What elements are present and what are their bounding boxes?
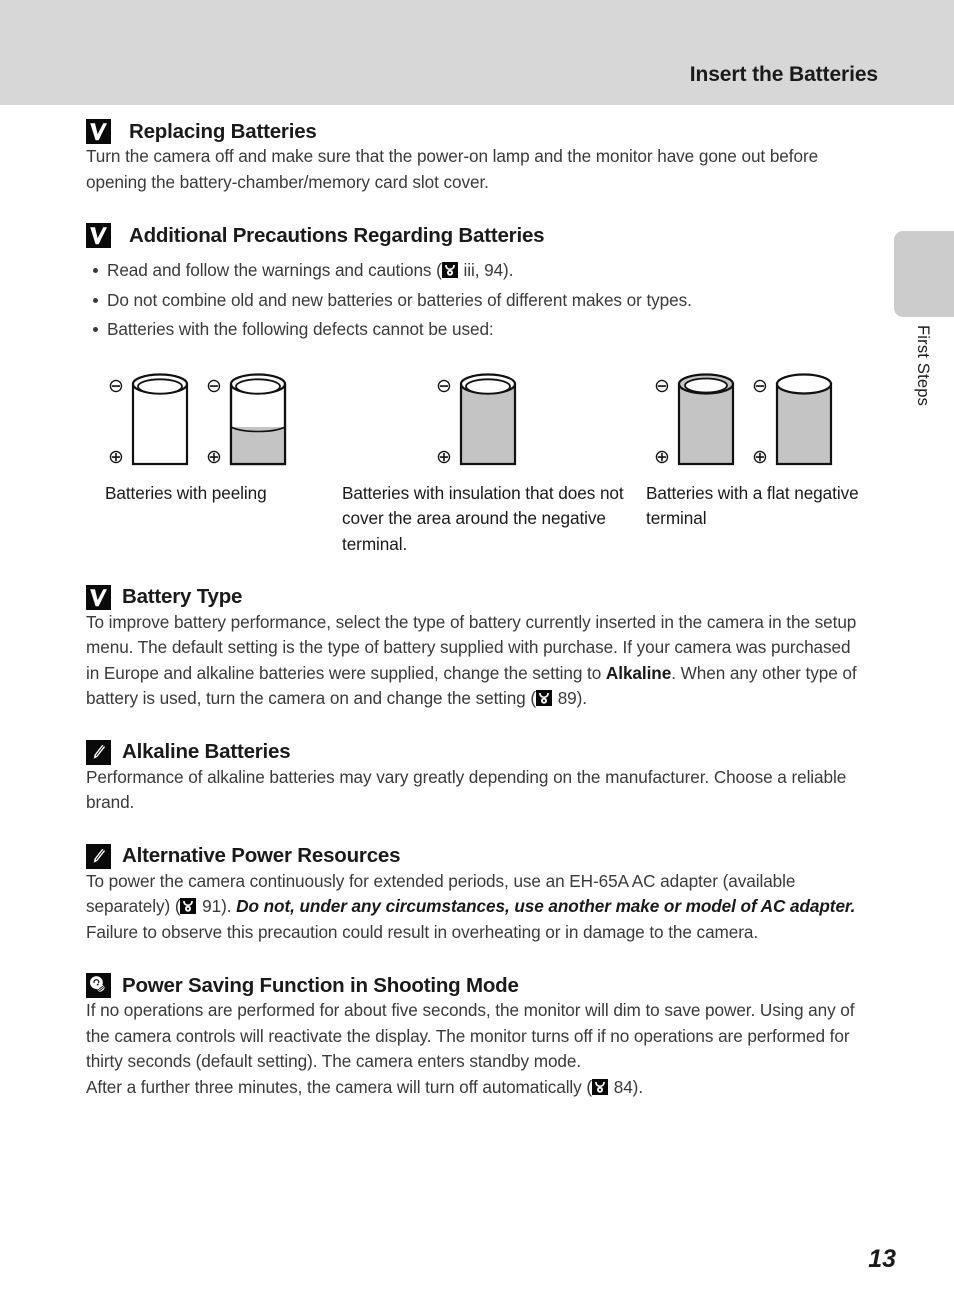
section-title: Alternative Power Resources: [122, 844, 401, 867]
bullet-text-post: iii, 94).: [458, 260, 514, 280]
battery-illustration: [229, 372, 287, 465]
svg-text:⊕: ⊕: [654, 447, 670, 468]
reference-symbol-icon: [441, 262, 458, 278]
section-title: Battery Type: [122, 585, 243, 608]
svg-text:⊖: ⊖: [206, 376, 222, 397]
battery-group-peeling: ⊖ ⊕ ⊖ ⊕: [102, 365, 317, 478]
battery-group-insulation: ⊖ ⊕: [430, 365, 550, 478]
svg-text:⊖: ⊖: [752, 376, 768, 397]
precautions-bullet-list: Read and follow the warnings and caution…: [86, 258, 868, 343]
section-additional-precautions-heading: Additional Precautions Regarding Batteri…: [86, 223, 868, 248]
section-power-saving-body-1: If no operations are performed for about…: [86, 1000, 855, 1071]
body-text: 89).: [553, 688, 587, 708]
caution-icon: [86, 223, 111, 248]
reference-symbol-icon: [180, 898, 197, 914]
section-title: Replacing Batteries: [129, 119, 317, 143]
section-power-saving-heading: Power Saving Function in Shooting Mode: [86, 973, 868, 998]
section-title: Alkaline Batteries: [122, 740, 291, 763]
battery-illustration: [775, 372, 833, 465]
section-battery-type-body: To improve battery performance, select t…: [86, 610, 868, 712]
emphasis-alkaline: Alkaline: [605, 662, 672, 683]
battery-defects-figure: ⊖ ⊕ ⊖ ⊕ ⊖ ⊕ ⊖ ⊕ ⊖ ⊕: [86, 365, 868, 473]
bullet-text: Do not combine old and new batteries or …: [107, 289, 692, 310]
section-replacing-batteries-body: Turn the camera off and make sure that t…: [86, 146, 819, 192]
svg-text:⊖: ⊖: [654, 376, 670, 397]
body-text: After a further three minutes, the camer…: [86, 1076, 593, 1097]
reference-symbol-icon: [536, 690, 552, 706]
battery-group-flat-terminal: ⊖ ⊕ ⊖ ⊕: [648, 365, 863, 478]
battery-illustration: [677, 372, 735, 465]
section-alkaline-batteries-body: Performance of alkaline batteries may va…: [86, 766, 847, 813]
chapter-tab-label: First Steps: [914, 325, 932, 407]
page-title: Insert the Batteries: [689, 63, 878, 86]
body-text: 91).: [197, 896, 237, 916]
figure-caption: Batteries with insulation that does not …: [342, 482, 624, 554]
tip-bulb-icon: [86, 973, 111, 998]
chapter-tab-marker: [894, 231, 954, 317]
svg-text:⊖: ⊖: [436, 376, 452, 397]
section-power-saving-body-2: After a further three minutes, the camer…: [86, 1075, 868, 1101]
list-item: Do not combine old and new batteries or …: [86, 288, 868, 314]
caution-icon: [86, 119, 111, 144]
body-text: 84).: [609, 1076, 644, 1097]
figure-caption: Batteries with a flat negative terminal: [646, 482, 859, 529]
note-pencil-icon: [86, 843, 111, 869]
section-alternative-power-heading: Alternative Power Resources: [86, 843, 868, 869]
caution-icon: [86, 584, 111, 610]
battery-illustration: [459, 372, 517, 465]
figure-captions: Batteries with peeling Batteries with in…: [86, 481, 868, 567]
body-text: Failure to observe this precaution could…: [86, 921, 759, 942]
page-number: 13: [868, 1245, 896, 1273]
list-item: Batteries with the following defects can…: [86, 317, 868, 343]
bullet-text: Batteries with the following defects can…: [107, 319, 494, 339]
section-battery-type-heading: Battery Type: [86, 584, 868, 610]
battery-illustration: [131, 372, 189, 465]
note-pencil-icon: [86, 739, 111, 765]
svg-text:⊕: ⊕: [206, 447, 222, 468]
reference-symbol-icon: [592, 1078, 609, 1095]
svg-text:⊖: ⊖: [108, 376, 124, 397]
section-alkaline-batteries-heading: Alkaline Batteries: [86, 739, 868, 765]
list-item: Read and follow the warnings and caution…: [86, 258, 868, 284]
figure-caption: Batteries with peeling: [105, 482, 267, 503]
section-replacing-batteries-heading: Replacing Batteries: [86, 119, 868, 144]
page-content: Replacing Batteries Turn the camera off …: [86, 105, 868, 1100]
section-title: Additional Precautions Regarding Batteri…: [129, 223, 545, 247]
svg-text:⊕: ⊕: [108, 447, 124, 468]
page-header-band: [0, 0, 954, 105]
svg-text:⊕: ⊕: [752, 447, 768, 468]
emphasis-warning: Do not, under any circumstances, use ano…: [236, 896, 856, 916]
section-title: Power Saving Function in Shooting Mode: [122, 973, 519, 997]
section-alternative-power-body: To power the camera continuously for ext…: [86, 869, 868, 946]
bullet-text-pre: Read and follow the warnings and caution…: [107, 260, 442, 280]
svg-text:⊕: ⊕: [436, 447, 452, 468]
